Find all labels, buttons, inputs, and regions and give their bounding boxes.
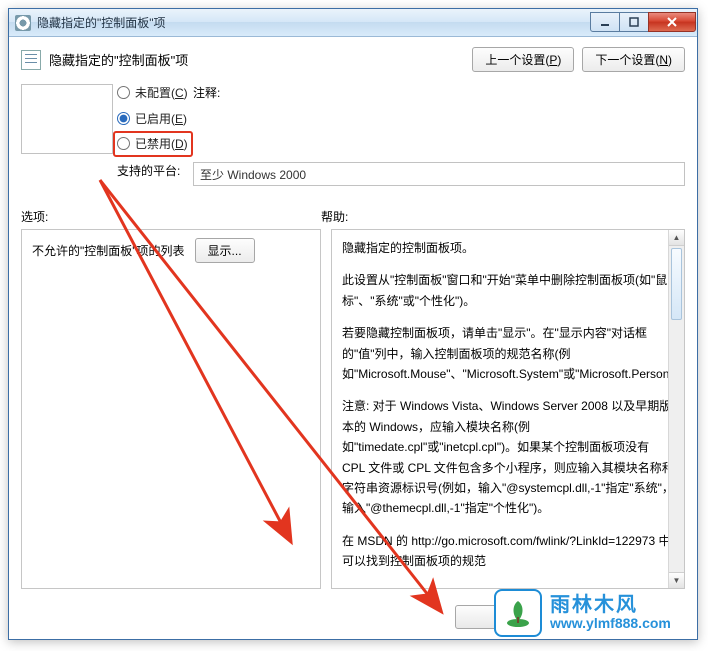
radio-enabled-input[interactable] xyxy=(117,112,130,125)
help-label: 帮助: xyxy=(321,208,348,225)
scroll-up-button[interactable]: ▲ xyxy=(669,230,684,246)
radio-not-configured[interactable]: 未配置(C) xyxy=(117,84,189,101)
help-paragraph: 此设置从"控制面板"窗口和"开始"菜单中删除控制面板项(如"鼠标"、"系统"或"… xyxy=(342,270,674,311)
options-panel: 不允许的"控制面板"项的列表 显示... xyxy=(21,229,321,589)
comment-label: 注释: xyxy=(193,84,685,101)
policy-dialog: 隐藏指定的"控制面板"项 隐藏指定的"控制面板"项 上一个设置(P) 下一个设置… xyxy=(8,8,698,640)
previous-setting-button[interactable]: 上一个设置(P) xyxy=(472,47,574,72)
maximize-button[interactable] xyxy=(619,12,649,32)
scroll-track[interactable] xyxy=(669,246,684,572)
comment-textarea[interactable] xyxy=(21,84,113,154)
radio-enabled[interactable]: 已启用(E) xyxy=(117,110,189,127)
help-paragraph: 若要隐藏控制面板项，请单击"显示"。在"显示内容"对话框的"值"列中，输入控制面… xyxy=(342,323,674,384)
disallowed-list-label: 不允许的"控制面板"项的列表 xyxy=(32,242,185,259)
policy-title: 隐藏指定的"控制面板"项 xyxy=(49,50,188,69)
radio-not-configured-input[interactable] xyxy=(117,86,130,99)
window-buttons xyxy=(591,12,696,34)
next-setting-button[interactable]: 下一个设置(N) xyxy=(582,47,685,72)
close-button[interactable] xyxy=(648,12,696,32)
radio-disabled-input[interactable] xyxy=(117,137,130,150)
platform-value: 至少 Windows 2000 xyxy=(193,162,685,186)
help-paragraph: 隐藏指定的控制面板项。 xyxy=(342,238,674,258)
help-scrollbar[interactable]: ▲ ▼ xyxy=(668,230,684,588)
help-panel: 隐藏指定的控制面板项。 此设置从"控制面板"窗口和"开始"菜单中删除控制面板项(… xyxy=(331,229,685,589)
help-paragraph: 注意: 对于 Windows Vista、Windows Server 2008… xyxy=(342,396,674,518)
show-button[interactable]: 显示... xyxy=(195,238,255,263)
document-icon xyxy=(21,50,41,70)
client-area: 隐藏指定的"控制面板"项 上一个设置(P) 下一个设置(N) 未配置(C) 注释… xyxy=(9,37,697,601)
scroll-down-button[interactable]: ▼ xyxy=(669,572,684,588)
window-title: 隐藏指定的"控制面板"项 xyxy=(37,14,591,31)
title-bar: 隐藏指定的"控制面板"项 xyxy=(9,9,697,37)
scroll-thumb[interactable] xyxy=(671,248,682,320)
platform-label: 支持的平台: xyxy=(117,162,189,179)
radio-disabled[interactable]: 已禁用(D) xyxy=(117,135,188,152)
options-label: 选项: xyxy=(21,208,321,225)
help-paragraph: 在 MSDN 的 http://go.microsoft.com/fwlink/… xyxy=(342,531,674,572)
minimize-button[interactable] xyxy=(590,12,620,32)
app-icon xyxy=(15,15,31,31)
ok-button[interactable] xyxy=(455,605,537,629)
